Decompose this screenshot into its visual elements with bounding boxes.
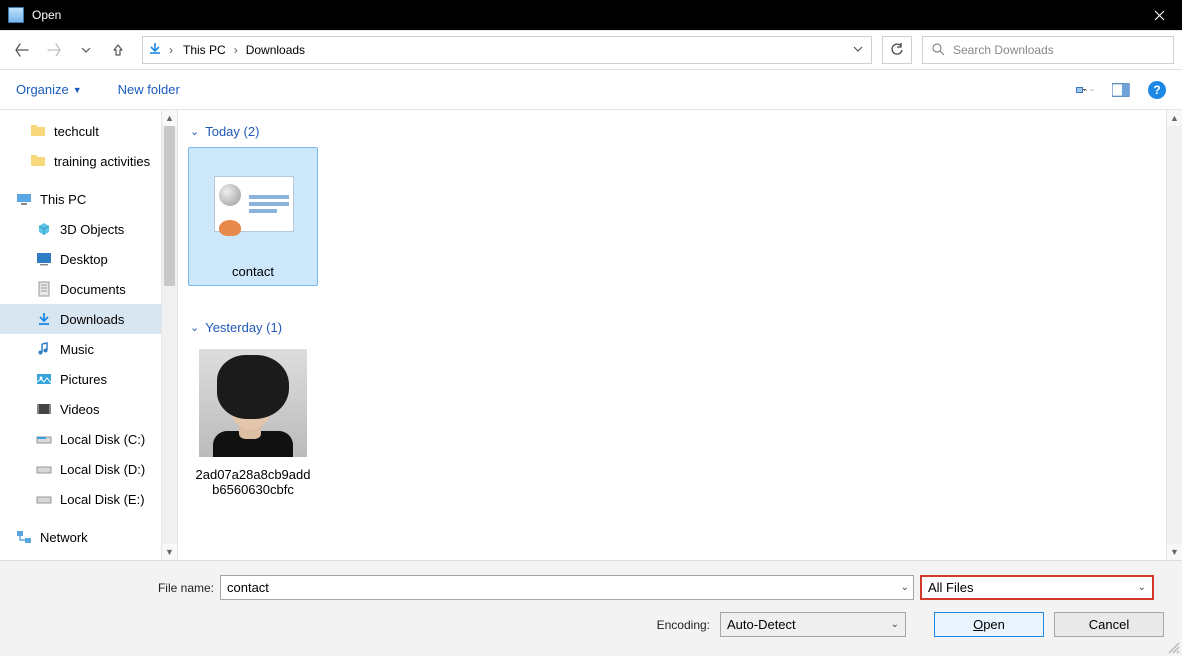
open-button[interactable]: Open (934, 612, 1044, 637)
refresh-button[interactable] (882, 36, 912, 64)
sidebar-item-local-disk-c[interactable]: Local Disk (C:) (0, 424, 177, 454)
videos-icon (36, 401, 52, 417)
command-bar: Organize ▼ New folder ? (0, 70, 1182, 110)
file-type-select[interactable]: All Files ⌄ (920, 575, 1154, 600)
file-label: contact (189, 260, 317, 285)
chevron-down-icon: ⌄ (1138, 582, 1146, 593)
back-button[interactable] (8, 36, 36, 64)
search-icon (931, 42, 945, 59)
breadcrumb: This PC › Downloads (179, 41, 309, 59)
chevron-down-icon: ⌄ (891, 619, 899, 630)
group-header-today[interactable]: ⌄ Today (2) (190, 124, 1156, 139)
navigation-bar: › This PC › Downloads Search Downloads (0, 30, 1182, 70)
network-icon (16, 529, 32, 545)
drive-icon (36, 431, 52, 447)
scroll-up-icon[interactable]: ▲ (1167, 110, 1182, 126)
chevron-down-icon: ⌄ (190, 125, 199, 138)
breadcrumb-this-pc[interactable]: This PC (179, 41, 230, 59)
close-button[interactable] (1136, 0, 1182, 30)
breadcrumb-downloads[interactable]: Downloads (242, 41, 309, 59)
window-title: Open (32, 8, 61, 22)
computer-icon (16, 191, 32, 207)
folder-icon (30, 123, 46, 139)
sidebar-item-local-disk-d[interactable]: Local Disk (D:) (0, 454, 177, 484)
chevron-down-icon: ⌄ (190, 321, 199, 334)
file-label: 2ad07a28a8cb9addb6560630cbfc (188, 463, 318, 503)
pictures-icon (36, 371, 52, 387)
scroll-up-icon[interactable]: ▲ (162, 110, 177, 126)
address-bar[interactable]: › This PC › Downloads (142, 36, 872, 64)
search-input[interactable]: Search Downloads (922, 36, 1174, 64)
music-icon (36, 341, 52, 357)
desktop-icon (36, 251, 52, 267)
drive-icon (36, 491, 52, 507)
documents-icon (36, 281, 52, 297)
navigation-pane: techcult training activities This PC 3D … (0, 110, 178, 560)
main-area: techcult training activities This PC 3D … (0, 110, 1182, 560)
folder-tree: techcult training activities This PC 3D … (0, 110, 177, 558)
chevron-right-icon: › (169, 43, 173, 57)
forward-button[interactable] (40, 36, 68, 64)
sidebar-item-local-disk-e[interactable]: Local Disk (E:) (0, 484, 177, 514)
content-scrollbar[interactable]: ▲ ▼ (1166, 110, 1182, 560)
group-header-yesterday[interactable]: ⌄ Yesterday (1) (190, 320, 1156, 335)
up-button[interactable] (104, 36, 132, 64)
drive-icon (36, 461, 52, 477)
downloads-icon (36, 311, 52, 327)
file-list: ⌄ Today (2) (178, 110, 1182, 560)
sidebar-scrollbar[interactable]: ▲ ▼ (161, 110, 177, 560)
sidebar-item-desktop[interactable]: Desktop (0, 244, 177, 274)
scroll-thumb[interactable] (164, 126, 175, 286)
sidebar-item-pictures[interactable]: Pictures (0, 364, 177, 394)
sidebar-item-this-pc[interactable]: This PC (0, 184, 177, 214)
folder-icon (30, 153, 46, 169)
downloads-location-icon (147, 41, 163, 60)
encoding-label: Encoding: (657, 618, 710, 632)
new-folder-button[interactable]: New folder (118, 82, 180, 97)
search-placeholder: Search Downloads (953, 43, 1054, 57)
file-item-contact[interactable]: contact (188, 147, 318, 286)
chevron-down-icon[interactable]: ⌄ (901, 582, 909, 593)
caret-down-icon: ▼ (73, 85, 82, 95)
titlebar: Open (0, 0, 1182, 30)
view-mode-button[interactable] (1076, 81, 1094, 99)
resize-grip[interactable] (1166, 640, 1180, 654)
quick-access-item[interactable]: techcult (0, 116, 177, 146)
sidebar-item-3d-objects[interactable]: 3D Objects (0, 214, 177, 244)
file-item-image[interactable]: 2ad07a28a8cb9addb6560630cbfc (188, 343, 318, 503)
objects-icon (36, 221, 52, 237)
sidebar-item-music[interactable]: Music (0, 334, 177, 364)
cancel-button[interactable]: Cancel (1054, 612, 1164, 637)
file-name-input[interactable]: contact ⌄ (220, 575, 914, 600)
sidebar-item-videos[interactable]: Videos (0, 394, 177, 424)
image-thumbnail (188, 343, 318, 463)
help-button[interactable]: ? (1148, 81, 1166, 99)
sidebar-item-downloads[interactable]: Downloads (0, 304, 177, 334)
scroll-down-icon[interactable]: ▼ (1167, 544, 1182, 560)
chevron-right-icon: › (234, 43, 238, 57)
quick-access-item[interactable]: training activities (0, 146, 177, 176)
encoding-select[interactable]: Auto-Detect ⌄ (720, 612, 906, 637)
app-icon (8, 7, 24, 23)
contact-file-icon (189, 148, 319, 260)
address-dropdown-button[interactable] (849, 43, 867, 57)
organize-button[interactable]: Organize ▼ (16, 82, 82, 97)
file-name-label: File name: (18, 581, 214, 595)
recent-locations-button[interactable] (72, 36, 100, 64)
preview-pane-button[interactable] (1112, 81, 1130, 99)
sidebar-item-documents[interactable]: Documents (0, 274, 177, 304)
sidebar-item-network[interactable]: Network (0, 522, 177, 552)
dialog-footer: File name: contact ⌄ All Files ⌄ Encodin… (0, 560, 1182, 656)
scroll-down-icon[interactable]: ▼ (162, 544, 177, 560)
